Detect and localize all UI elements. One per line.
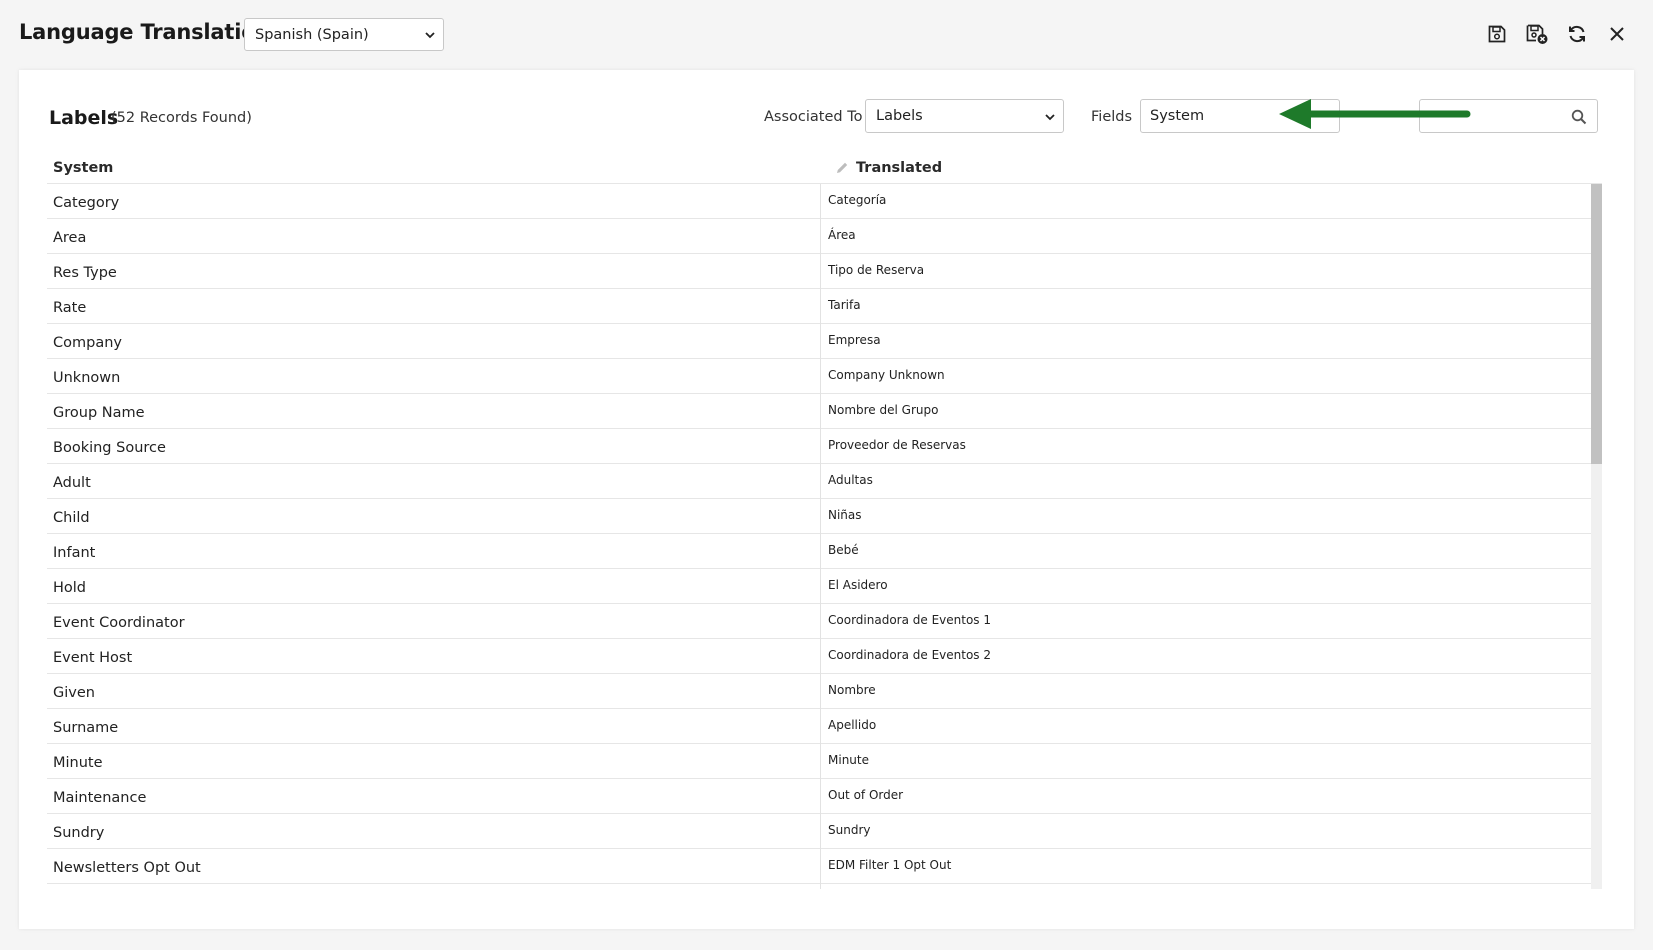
associated-to-label: Associated To	[764, 109, 863, 125]
translated-cell[interactable]: Nombre	[820, 674, 1580, 709]
system-cell: Child	[53, 510, 90, 526]
translated-cell[interactable]: Tipo de Reserva	[820, 254, 1580, 289]
translated-cell[interactable]: Coordinadora de Eventos 2	[820, 639, 1580, 674]
system-cell: Adult	[53, 475, 91, 491]
scrollbar-track[interactable]	[1591, 184, 1602, 889]
system-cell: Group Name	[53, 405, 145, 421]
associated-to-value: Labels	[876, 108, 923, 124]
translated-cell[interactable]: Adultas	[820, 464, 1580, 499]
pencil-icon	[837, 162, 848, 173]
chevron-down-icon	[1045, 114, 1055, 121]
close-icon	[1610, 27, 1624, 41]
translated-cell[interactable]: Niñas	[820, 499, 1580, 534]
system-cell: Newsletters Opt Out	[53, 860, 201, 876]
language-select[interactable]: Spanish (Spain)	[244, 18, 444, 51]
table-row: Adult Adultas	[47, 464, 1602, 499]
fields-label: Fields	[1091, 109, 1133, 125]
table-row: Event Coordinator Coordinadora de Eventos…	[47, 604, 1602, 639]
search-icon[interactable]	[1571, 109, 1587, 125]
system-cell: Unknown	[53, 370, 121, 386]
associated-to-select[interactable]: Labels	[865, 99, 1064, 133]
language-select-value: Spanish (Spain)	[255, 26, 369, 43]
table-row: Event Host Coordinadora de Eventos 2	[47, 639, 1602, 674]
table-row: Unknown Company Unknown	[47, 359, 1602, 394]
system-cell: Rate	[53, 300, 87, 316]
translated-cell[interactable]: Categoría	[820, 184, 1580, 219]
translated-cell[interactable]: Área	[820, 219, 1580, 254]
records-count: (52 Records Found)	[111, 110, 252, 126]
labels-panel: Labels (52 Records Found) Associated To …	[19, 70, 1634, 929]
refresh-button[interactable]	[1563, 20, 1591, 48]
system-cell: Maintenance	[53, 790, 147, 806]
table-row: Newsletters Opt Out EDM Filter 1 Opt Out	[47, 849, 1602, 884]
column-header-translated-label: Translated	[856, 160, 943, 176]
panel-title: Labels	[49, 107, 119, 129]
system-cell: Surname	[53, 720, 119, 736]
toolbar	[1483, 20, 1631, 48]
save-close-icon	[1526, 24, 1548, 44]
translated-cell[interactable]: Proveedor de Reservas	[820, 429, 1580, 464]
translated-cell[interactable]: EDM Filter 2 Opt Out	[820, 884, 1580, 889]
table-row: Area Área	[47, 219, 1602, 254]
system-cell: Event Coordinator	[53, 615, 185, 631]
table-row: Infant Bebé	[47, 534, 1602, 569]
table-row: Res Type Tipo de Reserva	[47, 254, 1602, 289]
translated-cell[interactable]: Tarifa	[820, 289, 1580, 324]
system-cell: Category	[53, 195, 120, 211]
translated-cell[interactable]: Sundry	[820, 814, 1580, 849]
system-cell: Hold	[53, 580, 87, 596]
translated-cell[interactable]: Out of Order	[820, 779, 1580, 814]
table-row: Maintenance Out of Order	[47, 779, 1602, 814]
chevron-down-icon	[425, 32, 435, 39]
translated-cell[interactable]: Nombre del Grupo	[820, 394, 1580, 429]
table-row: Sundry Sundry	[47, 814, 1602, 849]
system-cell: Booking Source	[53, 440, 166, 456]
table-row: Surname Apellido	[47, 709, 1602, 744]
system-cell: Company	[53, 335, 122, 351]
system-cell: Minute	[53, 755, 103, 771]
translated-cell[interactable]: EDM Filter 1 Opt Out	[820, 849, 1580, 884]
table-row: Given Nombre	[47, 674, 1602, 709]
system-cell: Event Host	[53, 650, 133, 666]
column-header-system[interactable]: System	[53, 160, 113, 176]
table-row: Minute Minute	[47, 744, 1602, 779]
refresh-icon	[1569, 26, 1585, 42]
system-cell: Infant	[53, 545, 96, 561]
table-row: Child Niñas	[47, 499, 1602, 534]
translated-cell[interactable]: El Asidero	[820, 569, 1580, 604]
table-row: Group Name Nombre del Grupo	[47, 394, 1602, 429]
fields-value: System	[1150, 108, 1205, 124]
system-cell: Sundry	[53, 825, 105, 841]
table-row: Booking Source Proveedor de Reservas	[47, 429, 1602, 464]
table-row: EDM Filter 2 Opt Out	[47, 884, 1602, 889]
save-close-button[interactable]	[1523, 20, 1551, 48]
page-title: Language Translation	[19, 20, 271, 44]
save-icon	[1488, 25, 1506, 43]
column-header-translated[interactable]: Translated	[835, 160, 942, 176]
top-bar: Language Translation Spanish (Spain)	[0, 0, 1653, 70]
system-cell: Area	[53, 230, 87, 246]
system-cell: Given	[53, 685, 95, 701]
language-translation-page: Language Translation Spanish (Spain) Lab…	[0, 0, 1653, 950]
system-cell: Res Type	[53, 265, 117, 281]
table-row: Category Categoría	[47, 184, 1602, 219]
translated-cell[interactable]: Minute	[820, 744, 1580, 779]
translated-cell[interactable]: Apellido	[820, 709, 1580, 744]
table-row: Rate Tarifa	[47, 289, 1602, 324]
close-button[interactable]	[1603, 20, 1631, 48]
translation-table: System Translated Category Categoría Area Á…	[47, 150, 1602, 889]
table-row: Hold El Asidero	[47, 569, 1602, 604]
translated-cell[interactable]: Bebé	[820, 534, 1580, 569]
translated-cell[interactable]: Empresa	[820, 324, 1580, 359]
translated-cell[interactable]: Coordinadora de Eventos 1	[820, 604, 1580, 639]
table-body: Category Categoría Area Área Res Type Tipo de…	[47, 184, 1602, 889]
save-button[interactable]	[1483, 20, 1511, 48]
translated-cell[interactable]: Company Unknown	[820, 359, 1580, 394]
table-row: Company Empresa	[47, 324, 1602, 359]
panel-header: Labels (52 Records Found) Associated To …	[19, 70, 1634, 150]
arrow-annotation-icon	[1279, 99, 1471, 129]
table-header: System Translated	[47, 150, 1602, 184]
scrollbar-thumb[interactable]	[1591, 184, 1602, 464]
